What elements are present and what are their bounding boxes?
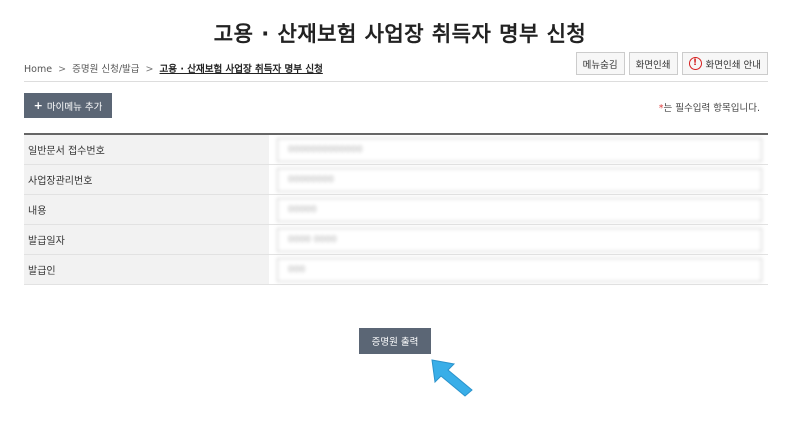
workplace-number-label: 사업장관리번호 bbox=[24, 165, 269, 194]
workplace-number-cell bbox=[269, 165, 768, 194]
add-my-menu-label: 마이메뉴 추가 bbox=[46, 101, 103, 113]
toolbar: 메뉴숨김 화면인쇄 ! 화면인쇄 안내 bbox=[575, 52, 768, 75]
breadcrumb-current[interactable]: 고용 · 산재보험 사업장 취득자 명부 신청 bbox=[160, 64, 323, 75]
pointer-arrow-icon bbox=[431, 359, 473, 397]
required-notice-text: 는 필수입력 항목입니다. bbox=[663, 103, 760, 114]
workplace-number-field[interactable] bbox=[277, 167, 762, 192]
content-field[interactable] bbox=[277, 197, 762, 222]
issue-date-field[interactable] bbox=[277, 227, 762, 252]
content-cell bbox=[269, 195, 768, 224]
breadcrumb-separator: > bbox=[145, 64, 154, 75]
hide-menu-button[interactable]: 메뉴숨김 bbox=[575, 52, 625, 75]
receipt-number-label: 일반문서 접수번호 bbox=[24, 135, 269, 164]
breadcrumb-separator: > bbox=[58, 64, 67, 75]
breadcrumb: Home > 증명원 신청/발급 > 고용 · 산재보험 사업장 취득자 명부 … bbox=[24, 61, 323, 75]
issuer-field[interactable] bbox=[277, 257, 762, 282]
form-row-receipt-number: 일반문서 접수번호 bbox=[24, 135, 768, 165]
breadcrumb-certificate[interactable]: 증명원 신청/발급 bbox=[72, 64, 139, 75]
print-screen-label: 화면인쇄 bbox=[635, 59, 671, 71]
alert-circle-icon: ! bbox=[688, 57, 702, 70]
page-title: 고용 · 산재보험 사업장 취득자 명부 신청 bbox=[213, 22, 587, 46]
hide-menu-label: 메뉴숨김 bbox=[582, 59, 618, 71]
content-label: 내용 bbox=[24, 195, 269, 224]
receipt-number-cell bbox=[269, 135, 768, 164]
form-row-content: 내용 bbox=[24, 195, 768, 225]
print-guide-button[interactable]: ! 화면인쇄 안내 bbox=[681, 52, 768, 75]
print-guide-label: 화면인쇄 안내 bbox=[705, 59, 761, 71]
certificate-form: 일반문서 접수번호 사업장관리번호 내용 발급일자 발급인 bbox=[24, 133, 768, 285]
issue-date-label: 발급일자 bbox=[24, 225, 269, 254]
issuer-cell bbox=[269, 255, 768, 284]
top-bar: Home > 증명원 신청/발급 > 고용 · 산재보험 사업장 취득자 명부 … bbox=[24, 52, 768, 82]
form-row-workplace-number: 사업장관리번호 bbox=[24, 165, 768, 195]
required-notice: *는 필수입력 항목입니다. bbox=[659, 100, 760, 114]
print-screen-button[interactable]: 화면인쇄 bbox=[628, 52, 678, 75]
print-certificate-button[interactable]: 증명원 출력 bbox=[359, 328, 431, 354]
plus-icon: + bbox=[33, 99, 43, 112]
receipt-number-field[interactable] bbox=[277, 137, 762, 162]
breadcrumb-home[interactable]: Home bbox=[24, 64, 52, 75]
issuer-label: 발급인 bbox=[24, 255, 269, 284]
form-row-issue-date: 발급일자 bbox=[24, 225, 768, 255]
form-row-issuer: 발급인 bbox=[24, 255, 768, 285]
add-my-menu-button[interactable]: + 마이메뉴 추가 bbox=[24, 93, 112, 118]
issue-date-cell bbox=[269, 225, 768, 254]
